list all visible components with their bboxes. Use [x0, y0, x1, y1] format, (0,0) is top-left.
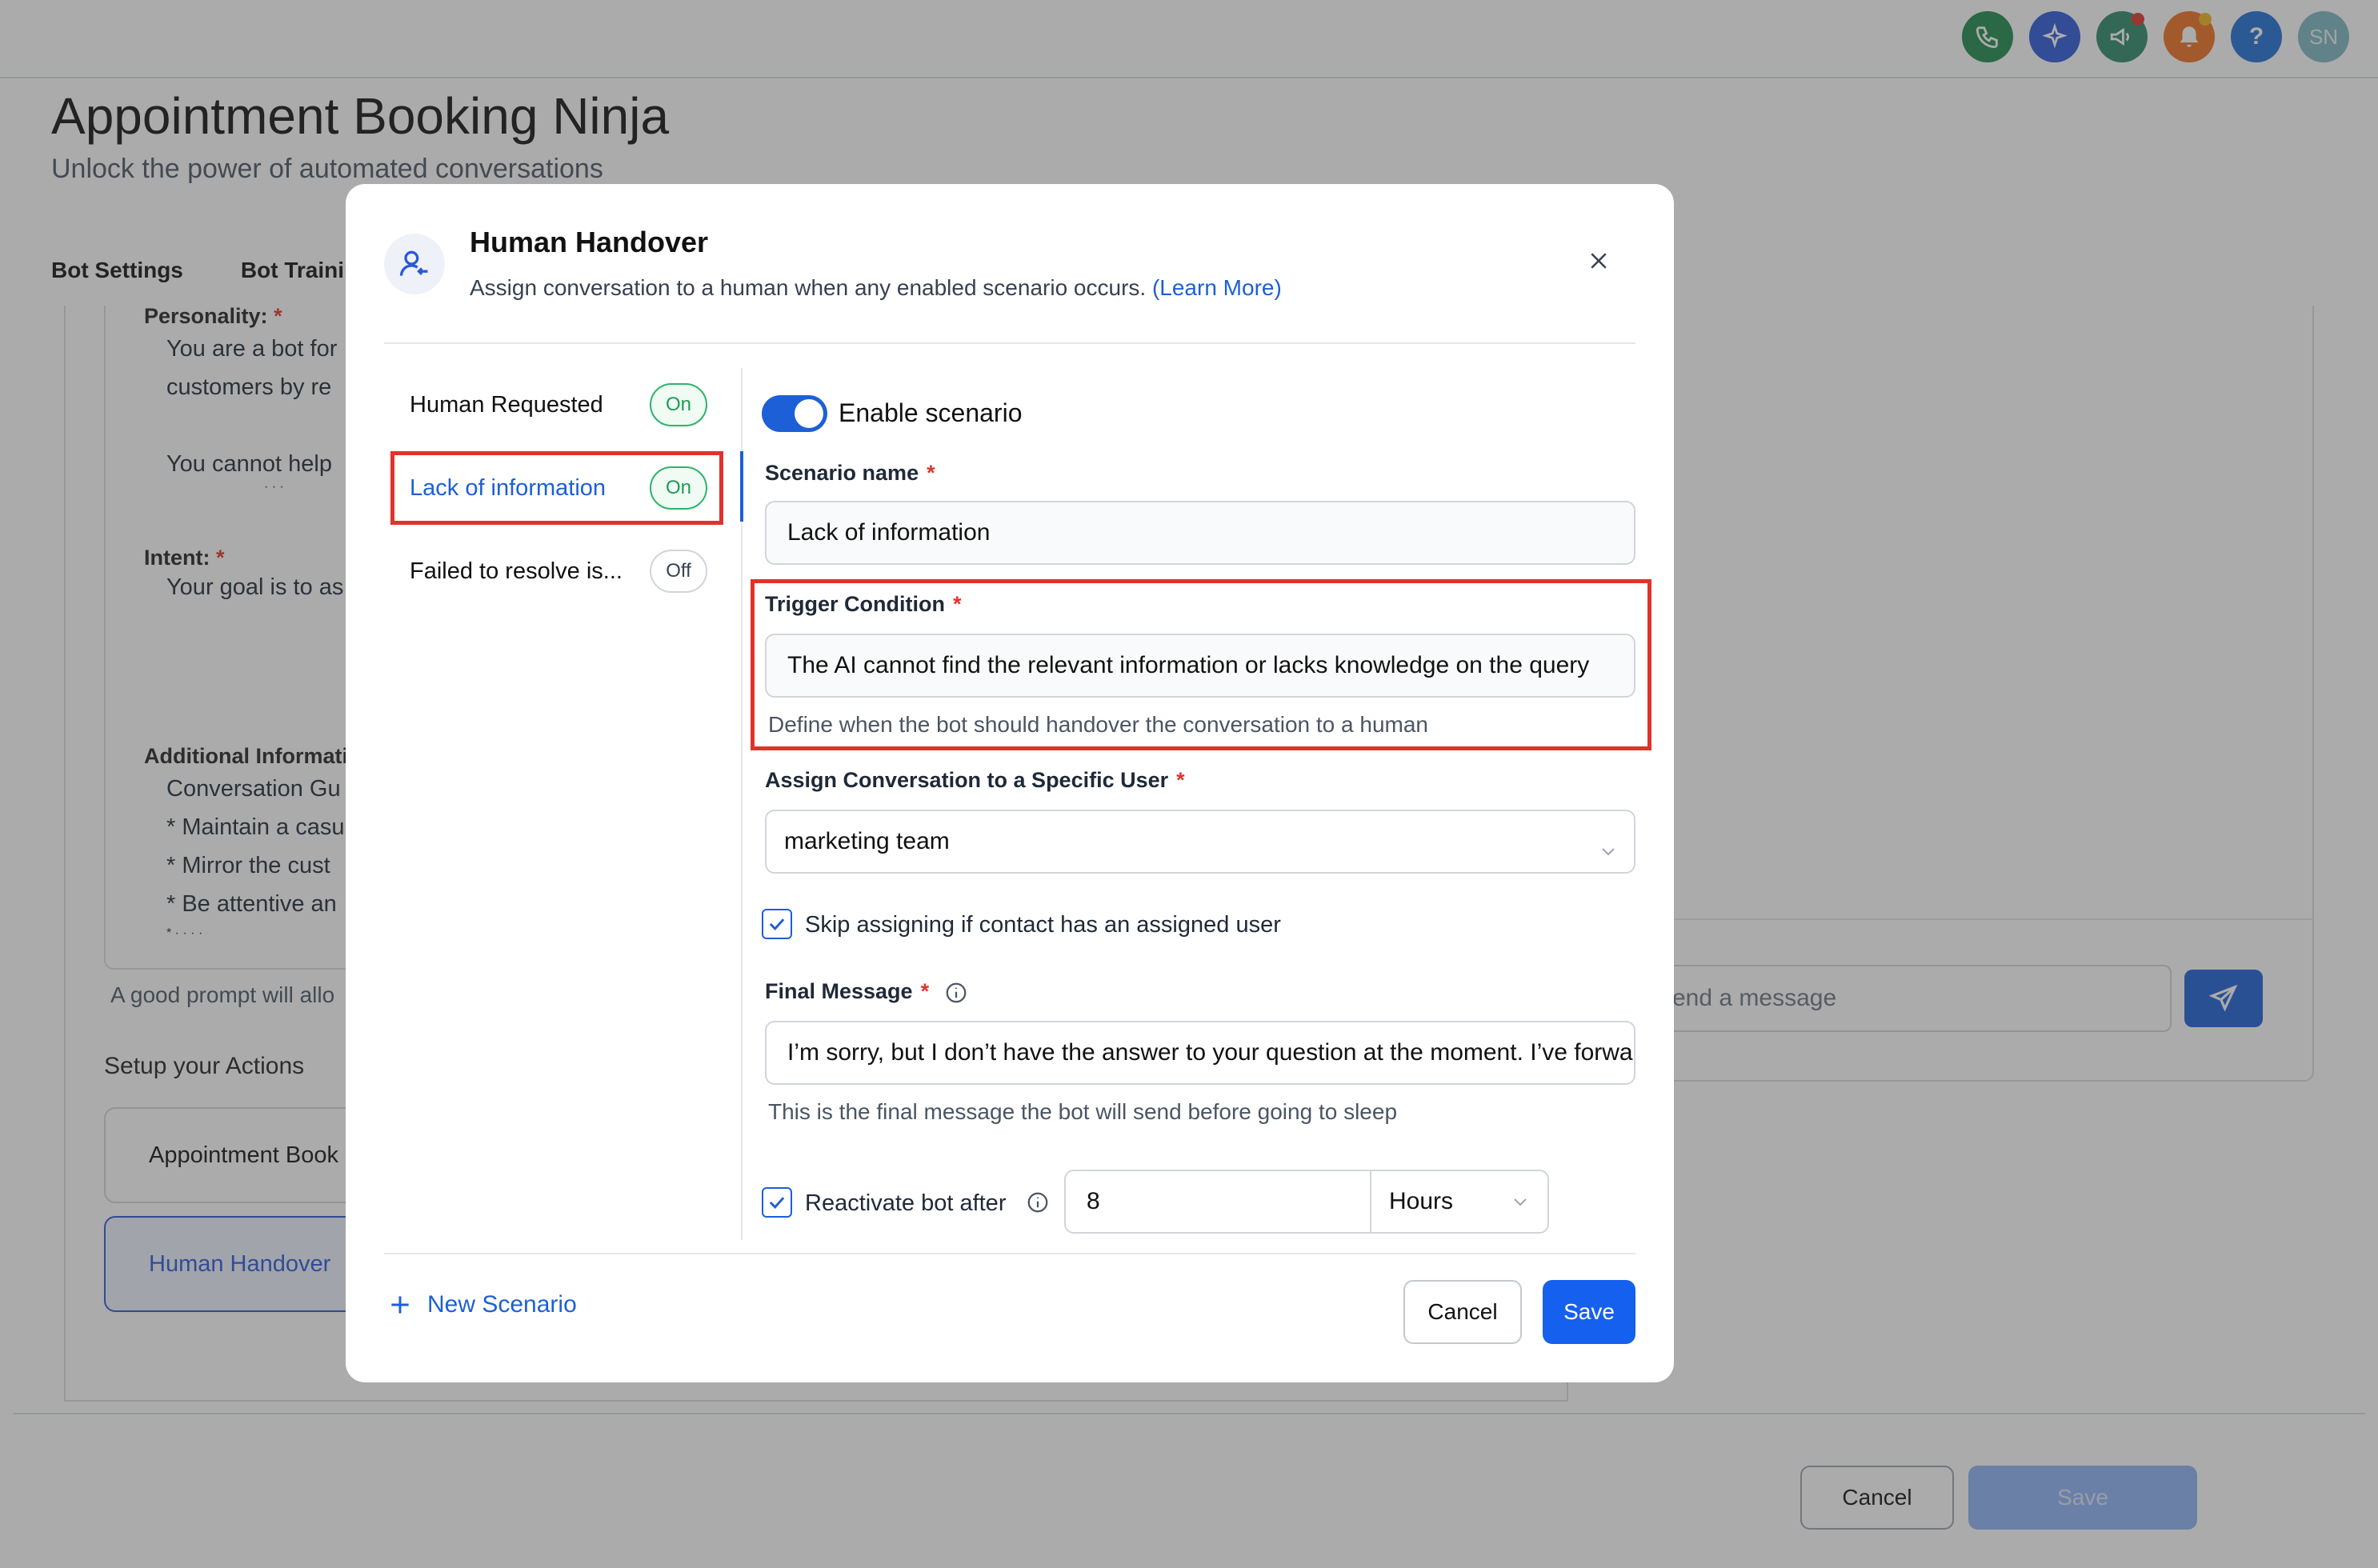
scenario-status-badge: Off — [650, 550, 707, 593]
scenario-label: Failed to resolve is... — [410, 558, 623, 584]
save-button[interactable]: Save — [1543, 1280, 1635, 1344]
cancel-button[interactable]: Cancel — [1403, 1280, 1522, 1344]
info-icon[interactable] — [944, 981, 968, 1005]
scenario-item-lack-of-information[interactable]: Lack of information On — [390, 459, 717, 517]
scenario-name-input[interactable]: Lack of information — [765, 501, 1635, 565]
scenario-label: Human Requested — [410, 391, 603, 418]
active-scenario-indicator — [740, 451, 743, 522]
close-icon[interactable] — [1578, 240, 1619, 282]
modal-footer-divider — [384, 1253, 1635, 1254]
enable-scenario-toggle[interactable] — [762, 395, 827, 432]
assign-user-select[interactable]: marketing team — [765, 810, 1635, 874]
enable-scenario-label: Enable scenario — [839, 398, 1023, 427]
scenario-status-badge: On — [650, 466, 707, 510]
final-message-help: This is the final message the bot will s… — [768, 1099, 1398, 1124]
learn-more-link[interactable]: (Learn More) — [1152, 275, 1282, 300]
scenario-label: Lack of information — [410, 474, 607, 501]
reactivate-bot-checkbox[interactable] — [762, 1187, 792, 1218]
skip-assigned-checkbox[interactable] — [762, 909, 792, 939]
reactivate-hours-input[interactable]: 8 — [1064, 1170, 1371, 1234]
modal-title: Human Handover — [470, 226, 709, 258]
scenario-status-badge: On — [650, 383, 707, 426]
checkmark-icon — [769, 1197, 785, 1209]
scenario-item-human-requested[interactable]: Human Requested On — [390, 376, 717, 434]
modal-description-text: Assign conversation to a human when any … — [470, 275, 1147, 300]
info-icon[interactable] — [1026, 1190, 1050, 1214]
final-message-label: Final Message * — [765, 979, 930, 1003]
reactivate-unit-value: Hours — [1389, 1188, 1454, 1214]
plus-icon — [391, 1296, 409, 1314]
scenario-name-label: Scenario name * — [765, 461, 935, 485]
modal-description: Assign conversation to a human when any … — [470, 275, 1282, 301]
reactivate-bot-label: Reactivate bot after — [805, 1190, 1007, 1216]
assign-user-value: marketing team — [784, 828, 950, 854]
modal-header-divider — [384, 342, 1635, 344]
trigger-condition-label: Trigger Condition * — [765, 592, 962, 616]
new-scenario-label: New Scenario — [427, 1291, 577, 1318]
scenario-list-divider — [741, 622, 743, 1240]
new-scenario-button[interactable]: New Scenario — [387, 1291, 577, 1318]
skip-assigned-label: Skip assigning if contact has an assigne… — [805, 912, 1281, 938]
chevron-down-icon[interactable] — [1599, 842, 1618, 861]
assign-user-label: Assign Conversation to a Specific User * — [765, 768, 1185, 792]
checkmark-icon — [769, 918, 785, 930]
human-handover-modal: Human Handover Assign conversation to a … — [346, 184, 1674, 1382]
trigger-condition-help: Define when the bot should handover the … — [768, 712, 1429, 737]
chevron-down-icon[interactable] — [1511, 1192, 1530, 1211]
final-message-input[interactable]: I’m sorry, but I don’t have the answer t… — [765, 1021, 1635, 1085]
user-handover-icon — [384, 234, 445, 294]
trigger-condition-input[interactable]: The AI cannot find the relevant informat… — [765, 634, 1635, 698]
scenario-item-failed-to-resolve[interactable]: Failed to resolve is... Off — [390, 542, 717, 600]
